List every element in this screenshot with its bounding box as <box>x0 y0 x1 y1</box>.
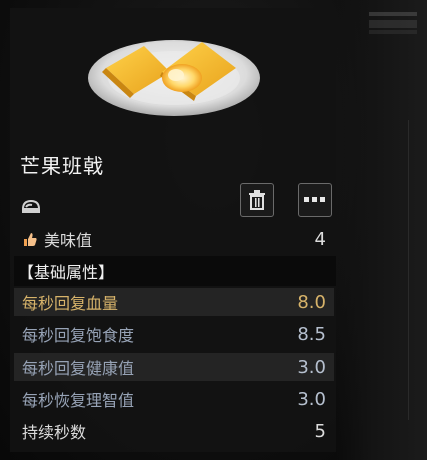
mango-pancake-plate-icon <box>88 40 260 116</box>
cooking-pot-icon <box>21 199 41 213</box>
more-dots-icon <box>304 197 325 202</box>
taste-row: 美味值 4 <box>14 225 334 253</box>
attribute-label: 每秒恢复理智值 <box>22 391 135 410</box>
thumbs-up-icon <box>24 233 37 246</box>
attribute-label: 每秒回复健康值 <box>22 359 135 378</box>
taste-label-group: 美味值 <box>22 227 92 251</box>
duration-value: 5 <box>314 420 326 442</box>
game-screen: 芒果班戟 美味值 4 【基础属性】 每秒回复血量 8.0 每秒回复饱食度 8.5… <box>0 0 427 460</box>
duration-row: 持续秒数 5 <box>14 417 334 445</box>
duration-label: 持续秒数 <box>22 423 87 442</box>
attribute-row-sanity-regen: 每秒恢复理智值 3.0 <box>14 385 334 413</box>
watermark-icon <box>369 12 417 34</box>
more-options-button[interactable] <box>298 183 332 217</box>
background-strip <box>337 0 427 460</box>
attribute-row-hunger-regen: 每秒回复饱食度 8.5 <box>14 320 334 348</box>
section-title: 【基础属性】 <box>14 256 336 286</box>
taste-label: 美味值 <box>44 231 93 250</box>
attribute-row-health-regen: 每秒回复血量 8.0 <box>14 288 334 316</box>
attribute-value: 8.5 <box>297 323 326 345</box>
attribute-label: 每秒回复饱食度 <box>22 326 135 345</box>
attribute-value: 3.0 <box>297 356 326 378</box>
attribute-row-wellness-regen: 每秒回复健康值 3.0 <box>14 353 334 381</box>
delete-button[interactable] <box>240 183 274 217</box>
trash-icon <box>249 190 265 210</box>
attribute-value: 8.0 <box>297 291 326 313</box>
item-name: 芒果班戟 <box>20 154 104 178</box>
attribute-value: 3.0 <box>297 388 326 410</box>
taste-value: 4 <box>314 228 326 250</box>
attribute-label: 每秒回复血量 <box>22 294 119 313</box>
